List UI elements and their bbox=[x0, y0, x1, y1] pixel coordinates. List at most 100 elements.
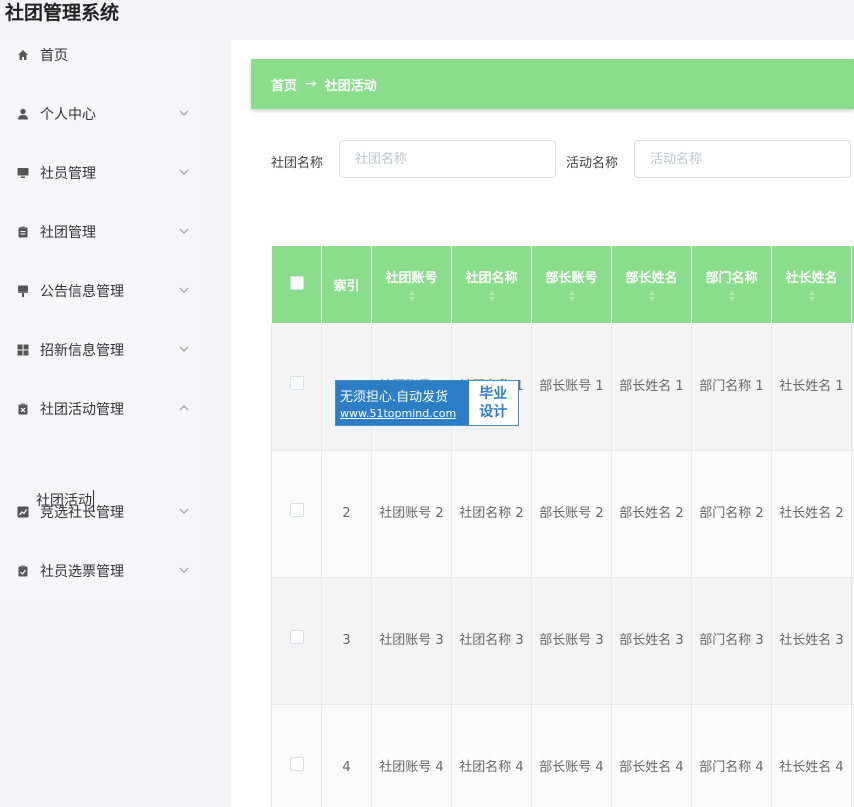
sort-icon[interactable] bbox=[808, 290, 816, 302]
club-name-input[interactable] bbox=[339, 140, 556, 178]
index-header-label: 索引 bbox=[333, 279, 360, 294]
table-cell: 部长账号 3 bbox=[539, 633, 604, 648]
table-cell: 社长姓名 4 bbox=[779, 760, 844, 775]
sidebar-item-label: 社员选票管理 bbox=[40, 564, 124, 580]
sort-icon[interactable] bbox=[648, 290, 656, 302]
activity-name-label: 活动名称 bbox=[566, 156, 619, 171]
chevron-down-icon bbox=[179, 228, 189, 234]
app-title: 社团管理系统 bbox=[5, 2, 120, 24]
sort-icon[interactable] bbox=[568, 290, 576, 302]
table-cell: 部门名称 2 bbox=[699, 506, 764, 521]
row-checkbox[interactable] bbox=[289, 376, 304, 390]
sidebar-item-label: 竞选社长管理 bbox=[40, 505, 124, 521]
breadcrumb-current: 社团活动 bbox=[324, 78, 377, 94]
sort-icon[interactable] bbox=[488, 290, 496, 302]
grid-icon bbox=[17, 344, 29, 356]
sidebar-item-president-election[interactable]: 竞选社长管理 bbox=[0, 497, 202, 527]
sidebar-item-activity-management[interactable]: 社团活动管理 bbox=[0, 394, 202, 424]
table-row[interactable]: 3 社团账号 3 社团名称 3 部长账号 3 部长姓名 3 部门名称 3 社长姓… bbox=[271, 577, 854, 705]
chevron-down-icon bbox=[179, 567, 189, 573]
select-all-header bbox=[271, 245, 322, 324]
sidebar-item-label: 社团管理 bbox=[40, 225, 96, 241]
sidebar-item-label: 首页 bbox=[40, 48, 68, 64]
table-cell: 部长账号 2 bbox=[539, 506, 604, 521]
column-header[interactable]: 社团名称 bbox=[451, 245, 532, 324]
table-cell: 社长姓名 3 bbox=[779, 633, 844, 648]
watermark-overlay: 无须担心.自动发货 www.51topmind.com 毕业 设计 bbox=[335, 380, 519, 426]
column-header[interactable]: 社团账号 bbox=[371, 245, 452, 324]
row-checkbox[interactable] bbox=[289, 503, 304, 517]
chevron-up-icon bbox=[179, 405, 189, 411]
data-table: 索引 社团账号 社团名称 部长账号 部长姓名 部门名称 社长姓名 社 1 社团账… bbox=[271, 245, 854, 807]
select-all-checkbox[interactable] bbox=[289, 275, 304, 290]
table-cell: 部长姓名 4 bbox=[619, 760, 684, 775]
column-header-label: 部门名称 bbox=[705, 271, 758, 286]
table-cell: 部长账号 4 bbox=[539, 760, 604, 775]
sidebar-item-club-management[interactable]: 社团管理 bbox=[0, 217, 202, 247]
watermark-url[interactable]: www.51topmind.com bbox=[340, 407, 469, 420]
brush-icon bbox=[18, 285, 28, 297]
chart-icon bbox=[17, 506, 29, 518]
breadcrumb-separator: → bbox=[305, 76, 317, 92]
table-cell: 社团名称 4 bbox=[459, 760, 524, 775]
breadcrumb: 首页 → 社团活动 bbox=[251, 59, 854, 109]
table-cell: 部门名称 4 bbox=[699, 760, 764, 775]
sidebar-item-announcement-management[interactable]: 公告信息管理 bbox=[0, 276, 202, 306]
table-row[interactable]: 2 社团账号 2 社团名称 2 部长账号 2 部长姓名 2 部门名称 2 社长姓… bbox=[271, 450, 854, 578]
sidebar-item-member-management[interactable]: 社员管理 bbox=[0, 158, 202, 188]
sidebar-item-label: 个人中心 bbox=[40, 107, 96, 123]
watermark-slogan: 无须担心.自动发货 bbox=[340, 390, 449, 405]
table-row[interactable]: 4 社团账号 4 社团名称 4 部长账号 4 部长姓名 4 部门名称 4 社长姓… bbox=[271, 704, 854, 807]
chevron-down-icon bbox=[179, 110, 189, 116]
sidebar: 首页 个人中心 社员管理 社团管理 公告信息管理 招新信息管理 社团活动管理 社… bbox=[0, 40, 202, 600]
table-cell: 社团账号 4 bbox=[379, 760, 444, 775]
table-header-row: 索引 社团账号 社团名称 部长账号 部长姓名 部门名称 社长姓名 社 bbox=[271, 245, 854, 324]
table-cell: 社长姓名 1 bbox=[779, 379, 844, 394]
sidebar-item-personal-center[interactable]: 个人中心 bbox=[0, 99, 202, 129]
main-content: 首页 → 社团活动 社团名称 活动名称 索引 社团账号 社团名称 部长账号 部长… bbox=[231, 40, 854, 807]
home-icon bbox=[18, 50, 28, 60]
activity-name-input[interactable] bbox=[634, 140, 851, 178]
row-index: 2 bbox=[342, 506, 351, 521]
clipboard-icon bbox=[18, 226, 28, 238]
chevron-down-icon bbox=[179, 508, 189, 514]
watermark-tag: 毕业 bbox=[479, 386, 508, 402]
table-cell: 部长姓名 3 bbox=[619, 633, 684, 648]
sidebar-item-ballot-management[interactable]: 社员选票管理 bbox=[0, 556, 202, 586]
column-header[interactable]: 部门名称 bbox=[691, 245, 772, 324]
sidebar-item-home[interactable]: 首页 bbox=[0, 40, 202, 70]
sidebar-item-label: 公告信息管理 bbox=[40, 284, 124, 300]
chevron-down-icon bbox=[179, 169, 189, 175]
row-index: 4 bbox=[342, 760, 351, 775]
watermark-tag: 设计 bbox=[479, 404, 508, 420]
table-cell: 部门名称 3 bbox=[699, 633, 764, 648]
row-checkbox[interactable] bbox=[289, 757, 304, 771]
chevron-down-icon bbox=[179, 346, 189, 352]
sort-icon[interactable] bbox=[408, 290, 416, 302]
sidebar-item-label: 招新信息管理 bbox=[40, 343, 124, 359]
club-name-label: 社团名称 bbox=[271, 156, 324, 171]
clipboard-x-icon bbox=[18, 403, 28, 415]
table-cell: 部门名称 1 bbox=[699, 379, 764, 394]
table-cell: 社团账号 2 bbox=[379, 506, 444, 521]
watermark-left: 无须担心.自动发货 www.51topmind.com bbox=[336, 381, 469, 425]
column-header-label: 部长账号 bbox=[545, 271, 598, 286]
sidebar-item-recruitment-management[interactable]: 招新信息管理 bbox=[0, 335, 202, 365]
user-icon bbox=[18, 108, 28, 120]
chevron-down-icon bbox=[179, 287, 189, 293]
column-header-label: 社团账号 bbox=[385, 271, 438, 286]
table-cell: 社团名称 2 bbox=[459, 506, 524, 521]
column-header[interactable]: 部长账号 bbox=[531, 245, 612, 324]
column-header[interactable]: 社长姓名 bbox=[771, 245, 852, 324]
column-header[interactable]: 部长姓名 bbox=[611, 245, 692, 324]
table-cell: 部长账号 1 bbox=[539, 379, 604, 394]
breadcrumb-home[interactable]: 首页 bbox=[271, 75, 297, 94]
column-header-label: 部长姓名 bbox=[625, 271, 678, 286]
row-index: 3 bbox=[342, 633, 351, 648]
sort-icon[interactable] bbox=[728, 290, 736, 302]
watermark-right: 毕业 设计 bbox=[468, 381, 518, 425]
row-checkbox[interactable] bbox=[289, 630, 304, 644]
index-header: 索引 bbox=[321, 245, 372, 324]
sidebar-item-label: 社团活动管理 bbox=[40, 402, 124, 418]
table-cell: 社团名称 3 bbox=[459, 633, 524, 648]
